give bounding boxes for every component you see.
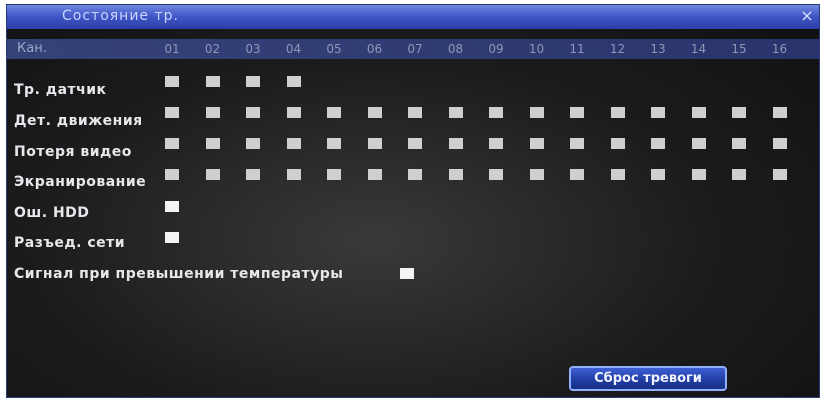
status-indicator xyxy=(732,169,746,180)
status-indicator xyxy=(367,138,382,149)
status-indicator xyxy=(205,138,220,149)
status-indicator xyxy=(286,138,301,149)
channel-number-15: 15 xyxy=(731,42,747,56)
status-indicator xyxy=(529,169,544,180)
status-indicator xyxy=(489,107,503,118)
status-indicator xyxy=(246,76,260,87)
close-icon[interactable]: × xyxy=(799,8,815,24)
status-indicator xyxy=(732,138,746,149)
row-label-video-loss: Потеря видео xyxy=(14,144,132,160)
status-indicator xyxy=(367,169,382,180)
status-indicator xyxy=(367,107,382,118)
channel-number-11: 11 xyxy=(569,42,585,56)
status-indicator xyxy=(772,169,787,180)
status-indicator xyxy=(327,138,341,149)
status-indicator xyxy=(205,107,220,118)
status-indicator xyxy=(570,169,584,180)
channel-number-04: 04 xyxy=(285,42,302,56)
channel-number-07: 07 xyxy=(407,42,423,56)
status-indicator xyxy=(205,76,220,87)
channel-number-12: 12 xyxy=(609,42,626,56)
status-indicator xyxy=(286,76,301,87)
status-indicator xyxy=(448,107,463,118)
row-label-masking: Экранирование xyxy=(14,174,147,190)
channel-number-02: 02 xyxy=(204,42,221,56)
title-bar: Состояние тр. × xyxy=(7,5,819,29)
status-indicator xyxy=(165,169,179,180)
status-indicator xyxy=(165,201,179,212)
status-indicator xyxy=(408,169,422,180)
channel-number-06: 06 xyxy=(366,42,383,56)
status-indicator xyxy=(610,138,625,149)
status-indicator xyxy=(772,138,787,149)
channel-label: Кан. xyxy=(17,41,47,56)
status-indicator xyxy=(165,232,179,243)
channel-number-05: 05 xyxy=(326,42,342,56)
status-indicator xyxy=(448,169,463,180)
status-indicator xyxy=(286,169,301,180)
status-indicator xyxy=(408,138,422,149)
status-indicator xyxy=(327,107,341,118)
row-label-motion: Дет. движения xyxy=(14,113,143,129)
row-label-sensor: Тр. датчик xyxy=(14,82,107,98)
reset-alarm-button[interactable]: Сброс тревоги xyxy=(569,366,727,391)
channel-number-01: 01 xyxy=(164,42,180,56)
status-indicator xyxy=(246,107,260,118)
status-indicator xyxy=(327,169,341,180)
channel-number-16: 16 xyxy=(771,42,788,56)
temperature-alarm-indicator xyxy=(400,268,414,279)
status-indicator xyxy=(286,107,301,118)
status-indicator xyxy=(529,107,544,118)
window-title: Состояние тр. xyxy=(62,8,179,24)
status-indicator xyxy=(570,138,584,149)
row-label-hdd-error: Ош. HDD xyxy=(14,205,90,221)
status-indicator xyxy=(165,107,179,118)
status-indicator xyxy=(610,107,625,118)
status-indicator xyxy=(570,107,584,118)
temperature-alarm-label: Сигнал при превышении температуры xyxy=(14,266,344,282)
status-indicator xyxy=(489,169,503,180)
channel-number-08: 08 xyxy=(447,42,464,56)
status-indicator xyxy=(651,138,665,149)
status-indicator xyxy=(651,107,665,118)
alarm-status-window: Состояние тр. × Кан. 01 02 03 04 05 06 07 08 09 1… xyxy=(6,4,820,398)
status-indicator xyxy=(408,107,422,118)
status-indicator xyxy=(732,107,746,118)
status-indicator xyxy=(529,138,544,149)
status-indicator xyxy=(205,169,220,180)
channel-number-13: 13 xyxy=(650,42,666,56)
status-indicator xyxy=(246,169,260,180)
status-indicator xyxy=(691,169,706,180)
status-indicator xyxy=(165,76,179,87)
status-indicator xyxy=(610,169,625,180)
channel-number-10: 10 xyxy=(528,42,545,56)
channel-number-03: 03 xyxy=(245,42,261,56)
status-indicator xyxy=(165,138,179,149)
channel-number-09: 09 xyxy=(488,42,504,56)
status-indicator xyxy=(246,138,260,149)
status-indicator xyxy=(651,169,665,180)
channel-number-14: 14 xyxy=(690,42,707,56)
status-indicator xyxy=(691,138,706,149)
status-indicator xyxy=(489,138,503,149)
status-indicator xyxy=(691,107,706,118)
status-indicator xyxy=(772,107,787,118)
status-indicator xyxy=(448,138,463,149)
row-label-network: Разъед. сети xyxy=(14,235,126,251)
